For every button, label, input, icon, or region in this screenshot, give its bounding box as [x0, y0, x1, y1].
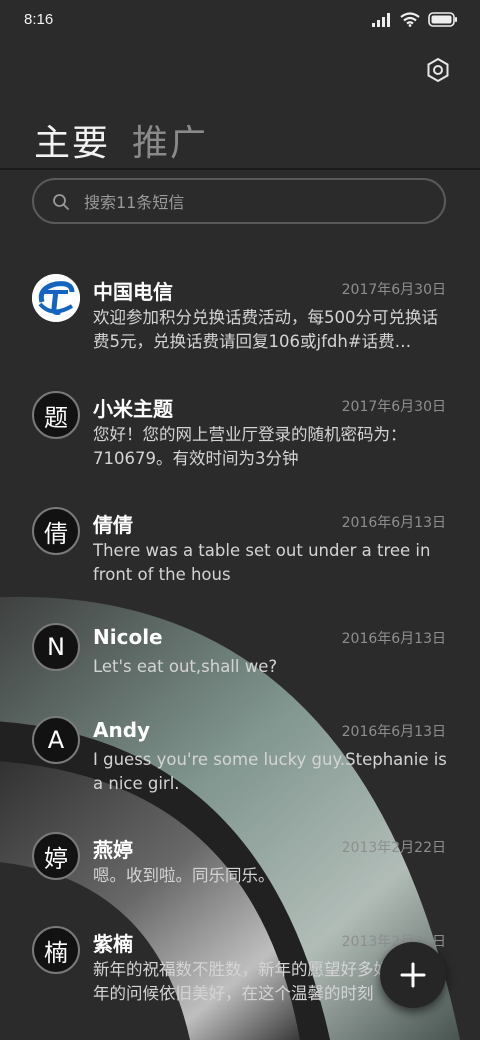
message-item[interactable]: A Andy 2016年6月13日 I guess you're some lu… — [0, 716, 480, 826]
status-bar: 8:16 — [0, 0, 480, 42]
avatar: N — [32, 623, 80, 671]
message-preview: Let's eat out,shall we? — [93, 657, 278, 676]
avatar: A — [32, 716, 80, 764]
message-sender: 燕婷 — [93, 838, 133, 862]
category-tabs: 主要 推广 — [34, 114, 208, 166]
avatar: 楠 — [32, 926, 80, 974]
message-sender: Andy — [93, 718, 151, 742]
message-date: 2016年6月13日 — [341, 515, 446, 531]
message-item[interactable]: 倩 倩倩 2016年6月13日 There was a table set ou… — [0, 507, 480, 617]
message-sender: 紫楠 — [93, 932, 133, 956]
message-sender: 小米主题 — [93, 397, 173, 421]
message-preview: 您好！您的网上营业厅登录的随机密码为：710679。有效时间为3分钟 — [93, 425, 407, 468]
search-icon — [53, 194, 69, 210]
search-input[interactable] — [82, 180, 426, 224]
avatar: 倩 — [32, 507, 80, 555]
china-telecom-logo-icon — [32, 274, 80, 322]
new-message-button[interactable] — [380, 942, 446, 1008]
avatar: 题 — [32, 391, 80, 439]
hexagon-settings-icon[interactable] — [424, 56, 452, 84]
search-bar[interactable] — [32, 178, 446, 224]
message-date: 2013年2月22日 — [341, 840, 446, 856]
header-divider — [0, 168, 480, 170]
status-time: 8:16 — [24, 11, 54, 28]
message-preview: 嗯。收到啦。同乐同乐。 — [93, 866, 275, 885]
plus-icon — [400, 962, 426, 988]
tab-primary[interactable]: 主要 — [34, 114, 110, 166]
message-item[interactable]: 中国电信 2017年6月30日 欢迎参加积分兑换话费活动，每500分可兑换话费5… — [0, 274, 480, 384]
message-sender: 中国电信 — [93, 280, 173, 304]
status-icons — [372, 12, 458, 27]
message-preview: 欢迎参加积分兑换话费活动，每500分可兑换话费5元，兑换话费请回复106或jfd… — [93, 308, 438, 351]
message-item[interactable]: 题 小米主题 2017年6月30日 您好！您的网上营业厅登录的随机密码为：710… — [0, 391, 480, 501]
message-preview: There was a table set out under a tree i… — [93, 541, 431, 584]
message-date: 2016年6月13日 — [341, 631, 446, 647]
message-sender: 倩倩 — [93, 513, 133, 537]
battery-icon — [428, 12, 457, 27]
signal-icon — [372, 12, 390, 27]
message-date: 2016年6月13日 — [341, 724, 446, 740]
message-preview: I guess you're some lucky guy.Stephanie … — [93, 750, 447, 793]
message-sender: Nicole — [93, 625, 163, 649]
wifi-icon — [400, 12, 420, 27]
tab-promotions[interactable]: 推广 — [132, 114, 208, 166]
message-date: 2017年6月30日 — [341, 282, 446, 298]
avatar: 婷 — [32, 832, 80, 880]
message-date: 2017年6月30日 — [341, 399, 446, 415]
